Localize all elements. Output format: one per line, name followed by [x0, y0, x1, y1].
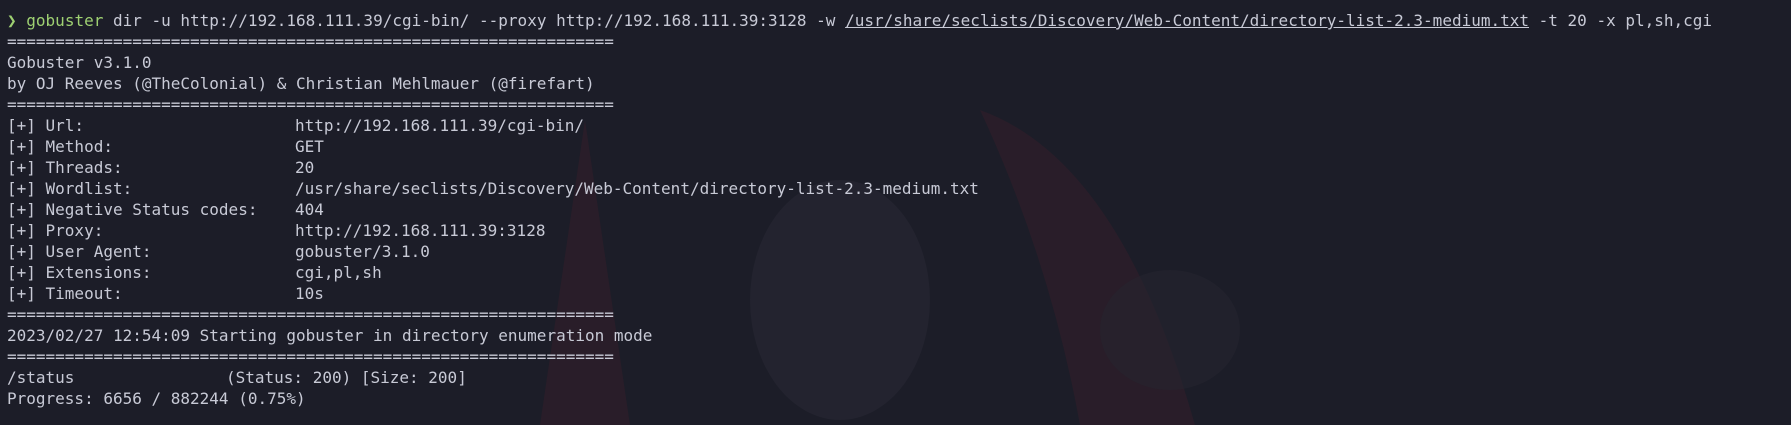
config-value: 10s [295, 284, 324, 303]
prompt-symbol: ❯ [7, 11, 17, 30]
result-path: /status [7, 368, 75, 387]
result-info: (Status: 200) [Size: 200] [226, 368, 467, 387]
config-key: [+] User Agent: [7, 242, 152, 261]
config-timeout: [+] Timeout: 10s [7, 283, 1784, 304]
config-value: /usr/share/seclists/Discovery/Web-Conten… [295, 179, 979, 198]
config-key: [+] Threads: [7, 158, 123, 177]
config-negative-status: [+] Negative Status codes: 404 [7, 199, 1784, 220]
command-args-tail: -t 20 -x pl,sh,cgi [1529, 11, 1713, 30]
config-key: [+] Wordlist: [7, 179, 133, 198]
terminal-output[interactable]: ❯ gobuster dir -u http://192.168.111.39/… [0, 0, 1784, 409]
config-key: [+] Negative Status codes: [7, 200, 258, 219]
result-row: /status (Status: 200) [Size: 200] [7, 367, 1784, 388]
separator-line: ========================================… [7, 347, 614, 366]
command-line: ❯ gobuster dir -u http://192.168.111.39/… [7, 10, 1784, 31]
banner-version: Gobuster v3.1.0 [7, 53, 152, 72]
config-user-agent: [+] User Agent: gobuster/3.1.0 [7, 241, 1784, 262]
wordlist-path-link[interactable]: /usr/share/seclists/Discovery/Web-Conten… [845, 11, 1529, 30]
config-key: [+] Url: [7, 116, 85, 135]
config-key: [+] Extensions: [7, 263, 152, 282]
config-value: http://192.168.111.39:3128 [295, 221, 546, 240]
start-message: 2023/02/27 12:54:09 Starting gobuster in… [7, 326, 653, 345]
separator-line: ========================================… [7, 95, 614, 114]
config-url: [+] Url: http://192.168.111.39/cgi-bin/ [7, 115, 1784, 136]
config-extensions: [+] Extensions: cgi,pl,sh [7, 262, 1784, 283]
config-key: [+] Proxy: [7, 221, 104, 240]
config-value: gobuster/3.1.0 [295, 242, 430, 261]
command-name: gobuster [26, 11, 104, 30]
config-value: http://192.168.111.39/cgi-bin/ [295, 116, 584, 135]
separator-line: ========================================… [7, 32, 614, 51]
separator-line: ========================================… [7, 305, 614, 324]
config-value: 20 [295, 158, 315, 177]
config-method: [+] Method: GET [7, 136, 1784, 157]
config-key: [+] Timeout: [7, 284, 123, 303]
config-wordlist: [+] Wordlist: /usr/share/seclists/Discove… [7, 178, 1784, 199]
command-args: dir -u http://192.168.111.39/cgi-bin/ --… [103, 11, 846, 30]
config-value: cgi,pl,sh [295, 263, 382, 282]
config-key: [+] Method: [7, 137, 113, 156]
banner-authors: by OJ Reeves (@TheColonial) & Christian … [7, 74, 595, 93]
config-threads: [+] Threads: 20 [7, 157, 1784, 178]
config-proxy: [+] Proxy: http://192.168.111.39:3128 [7, 220, 1784, 241]
progress-status: Progress: 6656 / 882244 (0.75%) [7, 389, 306, 408]
config-value: GET [295, 137, 324, 156]
config-value: 404 [295, 200, 324, 219]
